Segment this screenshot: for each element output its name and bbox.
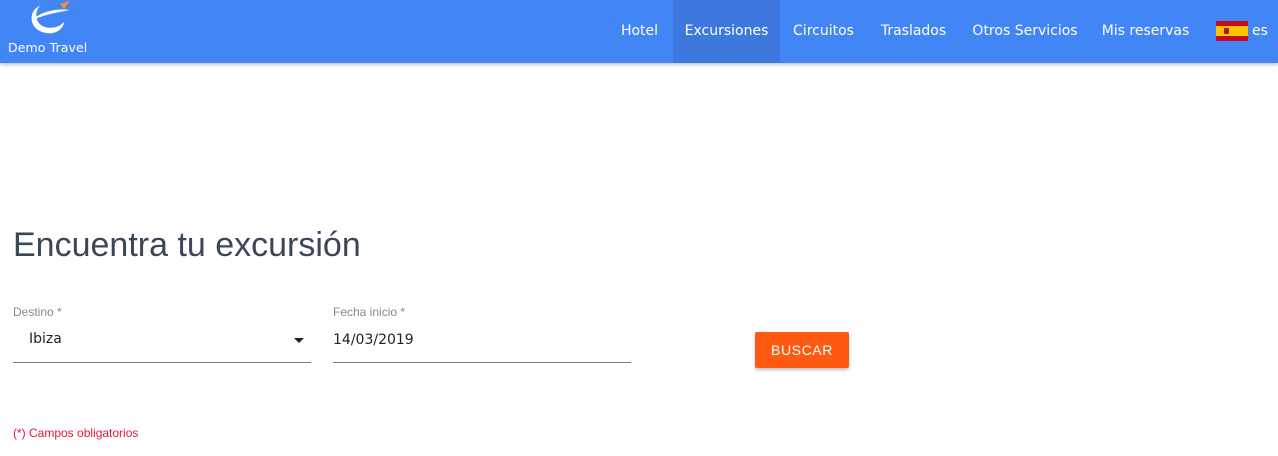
nav-hotel[interactable]: Hotel <box>606 0 673 63</box>
nav-circuitos[interactable]: Circuitos <box>780 0 867 63</box>
page-title: Encuentra tu excursión <box>13 226 361 264</box>
destination-value: Ibiza <box>29 331 62 347</box>
nav-traslados[interactable]: Traslados <box>867 0 960 63</box>
plane-globe-icon <box>31 1 70 34</box>
nav-mis-reservas[interactable]: Mis reservas <box>1090 0 1201 63</box>
required-fields-note: (*) Campos obligatorios <box>13 426 139 440</box>
language-selector[interactable]: es <box>1216 0 1278 63</box>
demo-travel-logo[interactable]: Demo Travel <box>8 0 90 60</box>
start-date-input[interactable]: 14/03/2019 <box>333 322 631 363</box>
dropdown-arrow-icon <box>294 338 304 343</box>
top-navigation-bar: Demo Travel Hotel Excursiones Circuitos … <box>0 0 1278 63</box>
spain-flag-icon <box>1216 21 1248 41</box>
destination-label: Destino * <box>13 305 62 319</box>
start-date-value: 14/03/2019 <box>333 332 414 348</box>
destination-select[interactable]: Ibiza <box>13 322 311 363</box>
start-date-label: Fecha inicio * <box>333 305 406 319</box>
nav-otros-servicios[interactable]: Otros Servicios <box>960 0 1090 63</box>
nav-excursiones[interactable]: Excursiones <box>673 0 780 63</box>
logo-text: Demo Travel <box>8 40 88 55</box>
language-code: es <box>1252 23 1268 39</box>
search-button[interactable]: BUSCAR <box>755 332 849 368</box>
